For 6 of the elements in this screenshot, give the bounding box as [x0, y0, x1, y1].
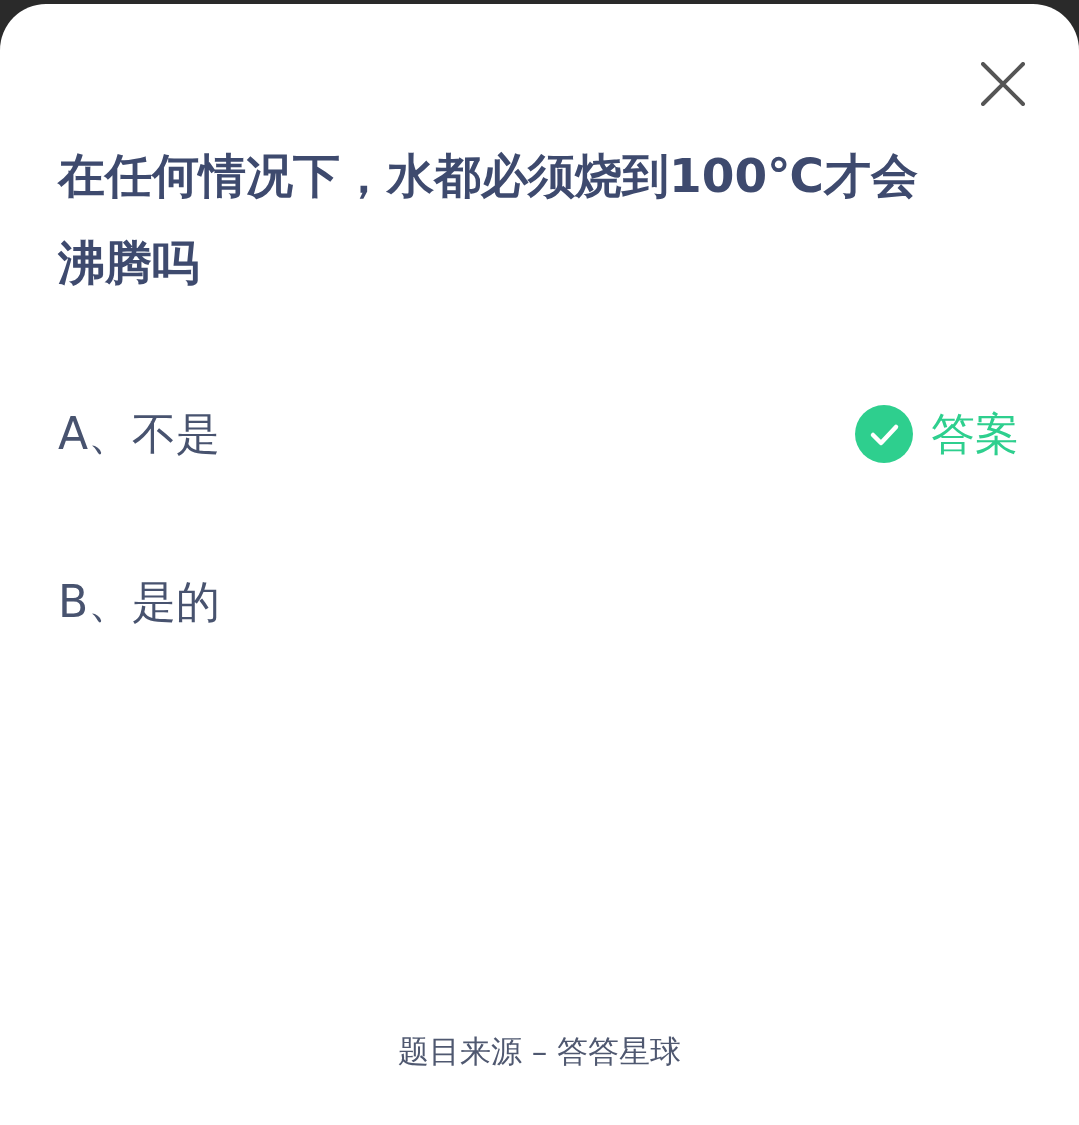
close-icon[interactable]: [981, 62, 1025, 106]
question-text: 在任何情况下，水都必须烧到100℃才会沸腾吗: [58, 147, 920, 292]
option-text[interactable]: B、是的: [58, 572, 221, 632]
answer-label: 答案: [931, 406, 1019, 461]
option-text[interactable]: A、不是: [58, 404, 221, 464]
source-text: 题目来源 – 答答星球: [397, 1033, 682, 1069]
